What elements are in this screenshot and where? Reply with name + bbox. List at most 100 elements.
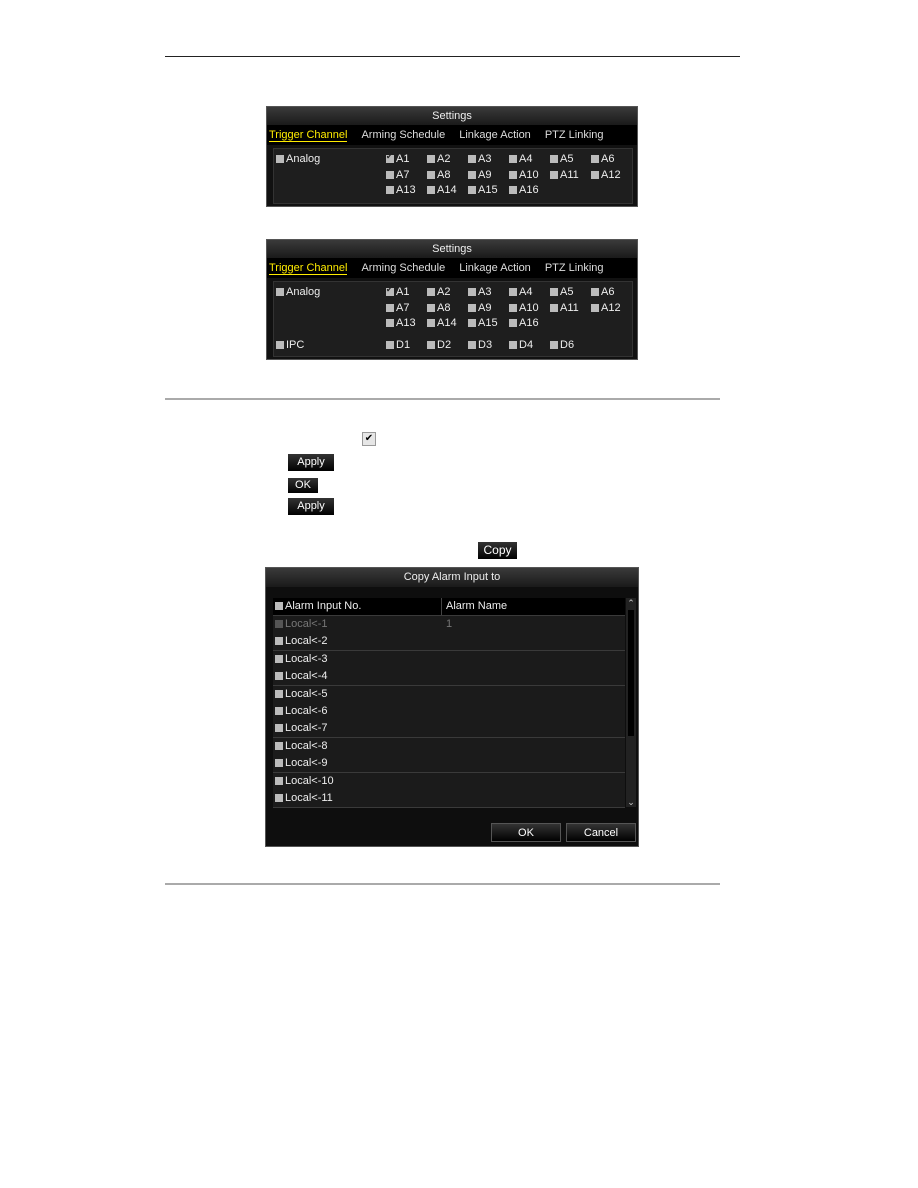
cancel-button[interactable]: Cancel — [566, 823, 636, 842]
checkbox[interactable] — [550, 155, 558, 163]
channel-a4[interactable]: A4 — [509, 153, 532, 165]
checkbox[interactable] — [509, 170, 517, 179]
checkbox[interactable] — [550, 303, 558, 312]
select-all-checkbox[interactable] — [275, 602, 283, 610]
table-row[interactable]: Local<-10 — [273, 772, 625, 791]
checkbox[interactable] — [468, 319, 476, 327]
channel-a9[interactable]: A9 — [468, 302, 491, 314]
checkbox[interactable] — [386, 170, 394, 179]
checkbox[interactable] — [276, 341, 284, 349]
channel-a8[interactable]: A8 — [427, 169, 450, 181]
checkbox[interactable] — [427, 288, 435, 296]
channel-a14[interactable]: A14 — [427, 184, 457, 196]
checkbox[interactable] — [427, 186, 435, 194]
tab-linkage-action[interactable]: Linkage Action — [459, 129, 531, 141]
channel-a4[interactable]: A4 — [509, 286, 532, 298]
checkbox[interactable] — [550, 170, 558, 179]
checkbox[interactable] — [276, 288, 284, 296]
channel-a8[interactable]: A8 — [427, 302, 450, 314]
channel-a3[interactable]: A3 — [468, 286, 491, 298]
row-checkbox[interactable] — [275, 637, 283, 646]
checkbox[interactable] — [468, 186, 476, 194]
tab-linkage-action[interactable]: Linkage Action — [459, 262, 531, 274]
tab-ptz-linking[interactable]: PTZ Linking — [545, 129, 604, 141]
checkbox[interactable] — [550, 341, 558, 349]
channel-a16[interactable]: A16 — [509, 317, 539, 329]
checkbox[interactable] — [427, 155, 435, 163]
checkbox[interactable] — [509, 155, 517, 163]
checkbox[interactable] — [550, 288, 558, 296]
scrollbar[interactable]: ⌃ ⌄ — [626, 598, 636, 807]
table-row[interactable]: Local<-11 — [273, 790, 625, 808]
checkbox[interactable] — [591, 170, 599, 179]
table-row[interactable]: Local<-6 — [273, 703, 625, 721]
channel-a15[interactable]: A15 — [468, 317, 498, 329]
channel-a16[interactable]: A16 — [509, 184, 539, 196]
checkbox[interactable] — [468, 155, 476, 163]
tab-arming-schedule[interactable]: Arming Schedule — [361, 262, 445, 274]
channel-a5[interactable]: A5 — [550, 286, 573, 298]
checkbox[interactable] — [468, 341, 476, 349]
checkbox[interactable] — [386, 341, 394, 349]
row-checkbox[interactable] — [275, 689, 283, 698]
checkbox[interactable] — [591, 288, 599, 296]
channel-a6[interactable]: A6 — [591, 286, 614, 298]
tab-trigger-channel[interactable]: Trigger Channel — [269, 262, 348, 275]
checkbox[interactable] — [591, 155, 599, 163]
ok-button[interactable]: OK — [491, 823, 561, 842]
tab-trigger-channel[interactable]: Trigger Channel — [269, 129, 348, 142]
table-row[interactable]: Local<-7 — [273, 720, 625, 739]
channel-a3[interactable]: A3 — [468, 153, 491, 165]
checkbox[interactable] — [468, 303, 476, 312]
checkbox[interactable] — [468, 170, 476, 179]
scrollbar-thumb[interactable] — [628, 610, 634, 736]
checkbox[interactable] — [276, 155, 284, 163]
row-checkbox[interactable] — [275, 620, 283, 628]
channel-a13[interactable]: A13 — [386, 184, 416, 196]
row-checkbox[interactable] — [275, 794, 283, 802]
checkbox[interactable] — [386, 186, 394, 194]
channel-a10[interactable]: A10 — [509, 169, 539, 181]
checkbox[interactable] — [509, 288, 517, 296]
channel-a7[interactable]: A7 — [386, 302, 409, 314]
channel-a6[interactable]: A6 — [591, 153, 614, 165]
channel-a2[interactable]: A2 — [427, 286, 450, 298]
channel-a5[interactable]: A5 — [550, 153, 573, 165]
checkbox[interactable] — [509, 303, 517, 312]
channel-a7[interactable]: A7 — [386, 169, 409, 181]
table-row[interactable]: Local<-3 — [273, 650, 625, 669]
checkbox[interactable] — [427, 341, 435, 349]
channel-a1[interactable]: A1 — [386, 152, 409, 165]
channel-a13[interactable]: A13 — [386, 317, 416, 329]
checkbox[interactable] — [386, 303, 394, 312]
channel-a14[interactable]: A14 — [427, 317, 457, 329]
row-checkbox[interactable] — [275, 759, 283, 768]
row-checkbox[interactable] — [275, 707, 283, 715]
channel-a12[interactable]: A12 — [591, 302, 621, 314]
channel-a1[interactable]: A1 — [386, 285, 409, 298]
row-checkbox[interactable] — [275, 776, 283, 785]
checkbox[interactable] — [509, 341, 517, 349]
channel-group-analog[interactable]: Analog — [276, 286, 320, 298]
table-row[interactable]: Local<-8 — [273, 737, 625, 756]
channel-d1[interactable]: D1 — [386, 339, 410, 351]
table-row[interactable]: Local<-11 — [273, 616, 625, 634]
checkbox[interactable] — [468, 288, 476, 296]
channel-d4[interactable]: D4 — [509, 339, 533, 351]
checkbox[interactable] — [427, 170, 435, 179]
checkbox[interactable] — [427, 303, 435, 312]
channel-d3[interactable]: D3 — [468, 339, 492, 351]
scroll-up-icon[interactable]: ⌃ — [626, 598, 636, 608]
channel-a11[interactable]: A11 — [550, 302, 579, 314]
channel-d6[interactable]: D6 — [550, 339, 574, 351]
checkbox[interactable] — [509, 319, 517, 327]
checkbox[interactable] — [386, 152, 394, 163]
checkbox[interactable] — [386, 319, 394, 327]
channel-a9[interactable]: A9 — [468, 169, 491, 181]
channel-d2[interactable]: D2 — [427, 339, 451, 351]
channel-a11[interactable]: A11 — [550, 169, 579, 181]
table-row[interactable]: Local<-5 — [273, 685, 625, 704]
row-checkbox[interactable] — [275, 672, 283, 681]
channel-a12[interactable]: A12 — [591, 169, 621, 181]
checkbox[interactable] — [591, 303, 599, 312]
